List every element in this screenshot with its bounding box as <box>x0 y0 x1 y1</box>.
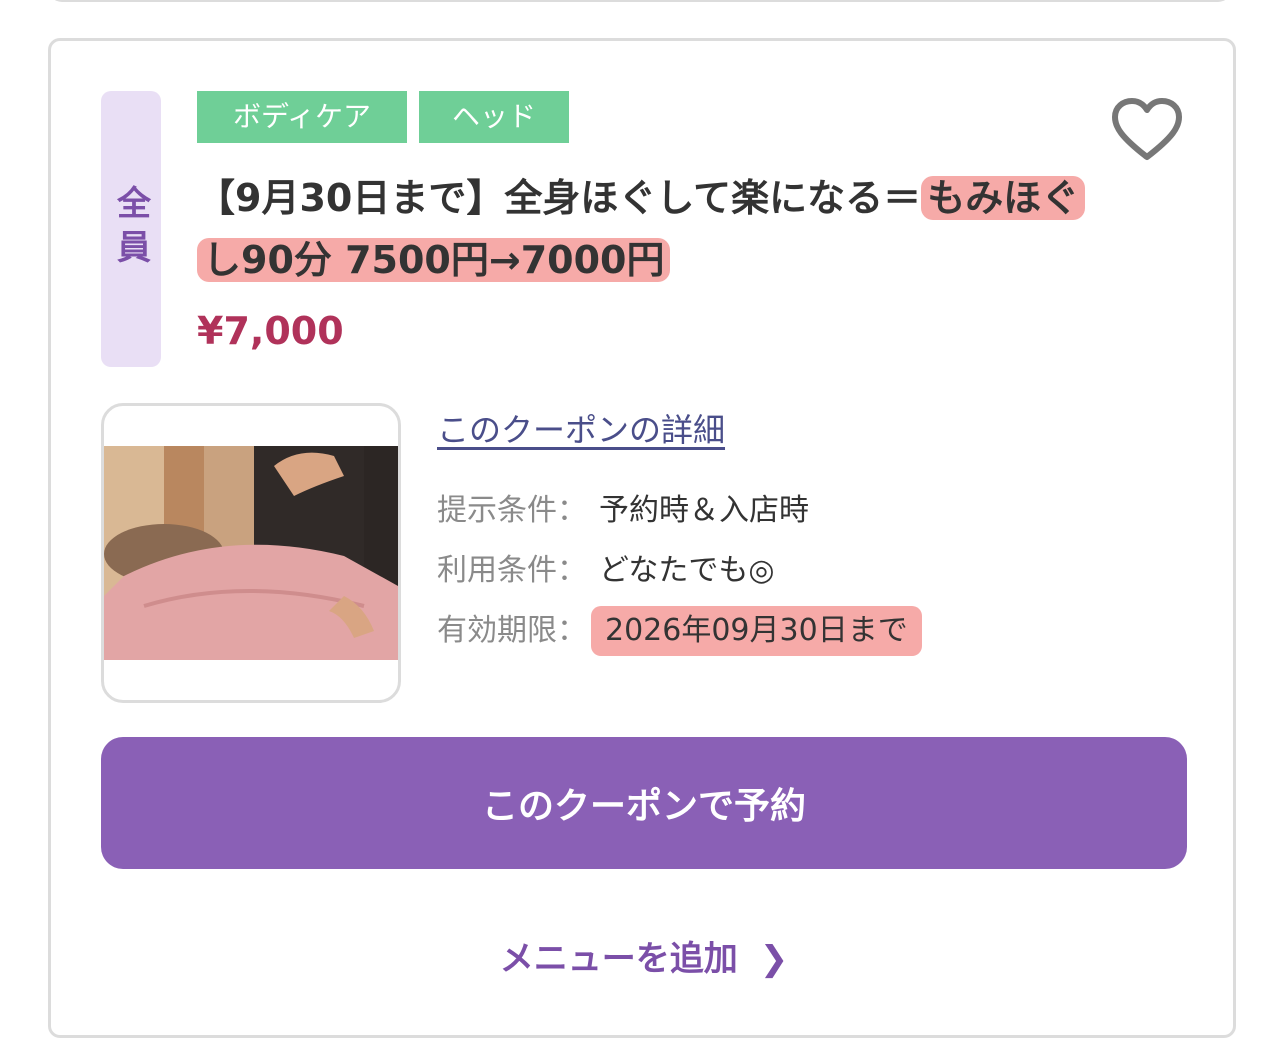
expiry-date: 2026年09月30日まで <box>591 606 922 656</box>
previous-card-edge <box>48 0 1232 2</box>
coupon-price: ¥7,000 <box>197 309 344 353</box>
condition-value: 予約時＆入店時 <box>599 493 809 528</box>
coupon-details: このクーポンの詳細 提示条件： 予約時＆入店時 利用条件： どなたでも◎ 有効期… <box>437 405 1137 661</box>
condition-label: 提示条件： <box>437 493 587 528</box>
tag-body-care: ボディケア <box>197 91 407 143</box>
condition-label: 有効期限： <box>437 613 587 648</box>
massage-photo <box>104 446 398 660</box>
target-label: 全員 <box>110 185 151 273</box>
condition-label: 利用条件： <box>437 553 587 588</box>
condition-row-presentation: 提示条件： 予約時＆入店時 <box>437 481 1137 541</box>
target-badge: 全員 <box>101 91 161 367</box>
condition-row-expiry: 有効期限： 2026年09月30日まで <box>437 601 1137 661</box>
coupon-card: 全員 ボディケア ヘッド 【9月30日まで】全身ほぐして楽になる＝ もみほぐし90… <box>48 38 1236 1038</box>
coupon-title: 【9月30日まで】全身ほぐして楽になる＝ もみほぐし90分 7500円→7000円 <box>197 167 1097 291</box>
heart-outline-icon <box>1112 98 1182 160</box>
add-menu-link[interactable]: メニューを追加 ❯ <box>51 931 1237 980</box>
chevron-right-icon: ❯ <box>759 939 789 979</box>
favorite-button[interactable] <box>1111 97 1183 163</box>
condition-value: どなたでも◎ <box>599 553 775 588</box>
add-menu-label: メニューを追加 <box>499 939 738 979</box>
reserve-with-coupon-button[interactable]: このクーポンで予約 <box>101 737 1187 869</box>
coupon-thumbnail <box>101 403 401 703</box>
category-tags: ボディケア ヘッド <box>197 91 569 143</box>
coupon-details-link[interactable]: このクーポンの詳細 <box>437 405 725 451</box>
coupon-title-text: 【9月30日まで】全身ほぐして楽になる＝ <box>197 176 922 220</box>
tag-head: ヘッド <box>419 91 569 143</box>
condition-row-usage: 利用条件： どなたでも◎ <box>437 541 1137 601</box>
